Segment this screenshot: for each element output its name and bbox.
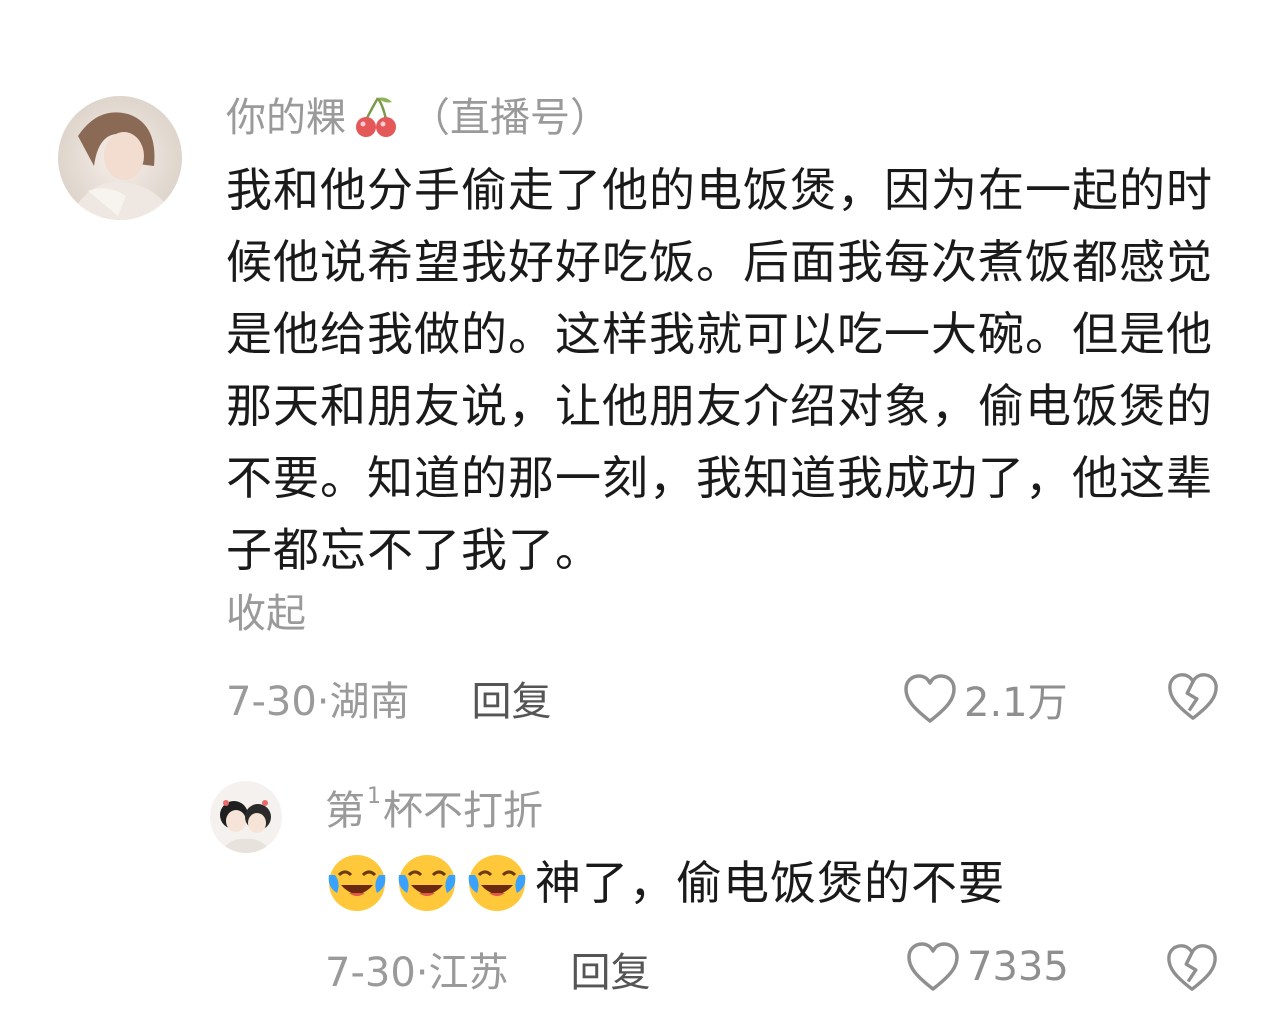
like-count: 7335 — [967, 944, 1069, 990]
like-button[interactable]: 7335 — [905, 941, 1069, 993]
laugh-cry-emoji — [325, 851, 389, 915]
comment-meta: 7-30·江苏 回复 7335 — [325, 941, 1225, 997]
username[interactable]: 第 1 杯不打折 — [325, 783, 543, 839]
date-location: 7-30·江苏 — [325, 950, 509, 996]
reply-button[interactable]: 回复 — [472, 669, 552, 727]
avatar[interactable] — [210, 781, 282, 853]
username-prefix: 第 — [325, 788, 365, 834]
like-button[interactable]: 2.1万 — [902, 670, 1068, 728]
username-superscript: 1 — [367, 784, 381, 809]
heart-icon — [907, 942, 959, 991]
heart-icon — [904, 674, 956, 723]
cherry-icon — [352, 94, 400, 142]
comment-text: 神了，偷电饭煲的不要 — [535, 856, 1005, 910]
username-suffix: 杯不打折 — [383, 788, 543, 834]
date-location: 7-30·湖南 — [226, 679, 410, 725]
username[interactable]: 你的粿 （直播号） — [226, 90, 610, 146]
collapse-button[interactable]: 收起 — [226, 586, 306, 642]
avatar[interactable] — [58, 96, 182, 220]
like-count: 2.1万 — [964, 680, 1068, 726]
dislike-button[interactable] — [1166, 670, 1220, 724]
comment-meta: 7-30·湖南 回复 2.1万 — [226, 670, 1226, 726]
user-tag: （直播号） — [410, 95, 610, 141]
laugh-cry-emoji — [395, 851, 459, 915]
comment-text: 我和他分手偷走了他的电饭煲，因为在一起的时候他说希望我好好吃饭。后面我每次煮饭都… — [226, 163, 1213, 577]
laugh-cry-emoji — [465, 851, 529, 915]
comment-text-row: 神了，偷电饭煲的不要 — [325, 847, 1225, 919]
reply-button[interactable]: 回复 — [571, 940, 651, 998]
dislike-button[interactable] — [1165, 941, 1219, 995]
broken-heart-icon — [1167, 944, 1217, 991]
username-text: 你的粿 — [226, 95, 346, 141]
broken-heart-icon — [1168, 673, 1218, 720]
comment-thread: 你的粿 （直播号） 我和他分手偷走了他的电饭煲，因为在一起的时候他说希望我好好吃… — [0, 0, 1280, 1030]
